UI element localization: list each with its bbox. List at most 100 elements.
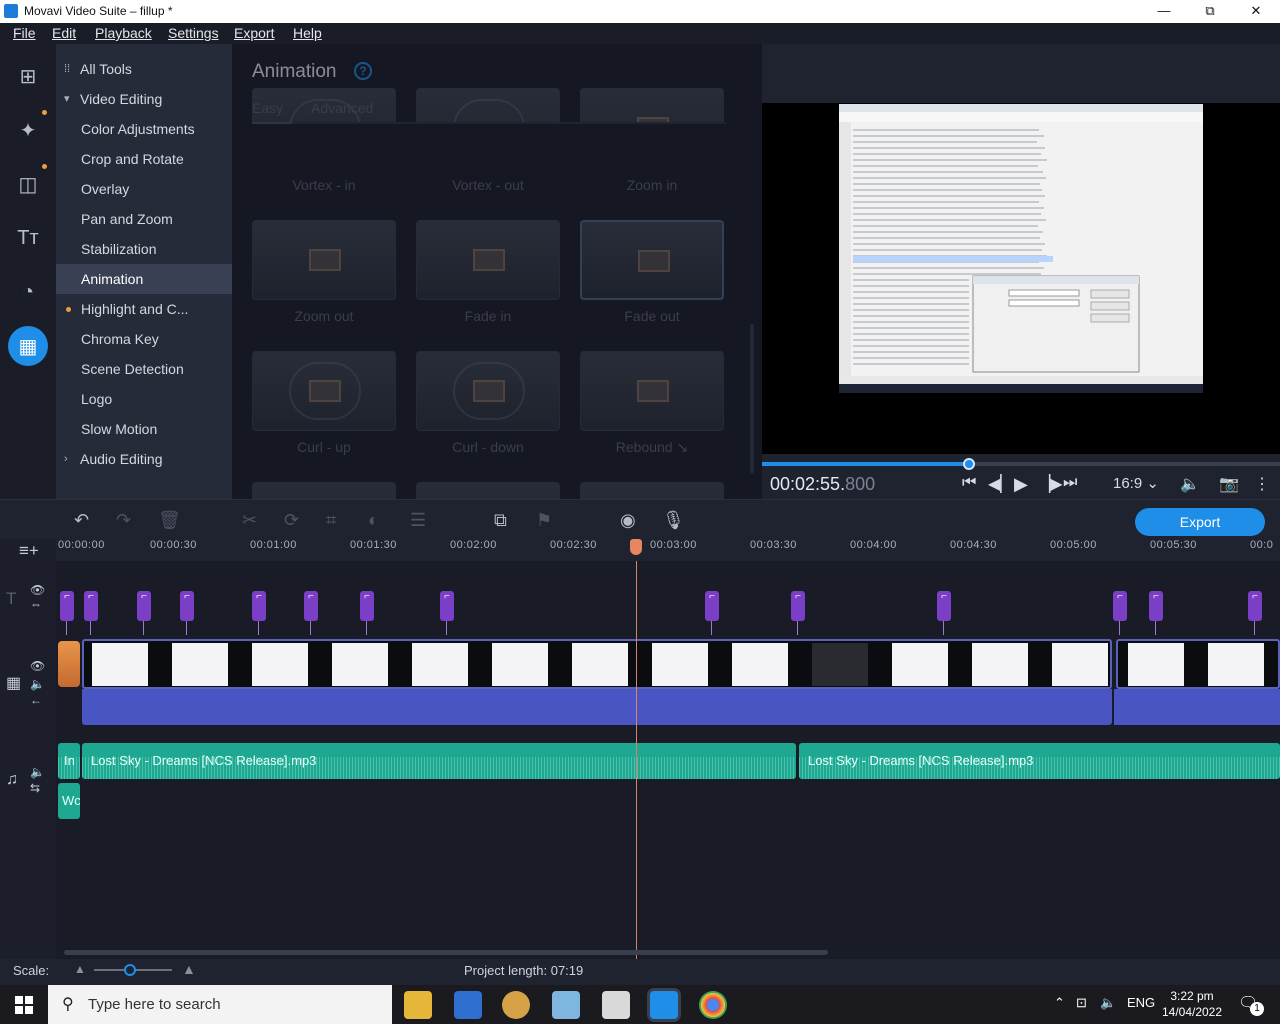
animation-thumb[interactable] — [416, 482, 560, 499]
tool-overlay[interactable]: Overlay — [56, 174, 232, 204]
maximize-button[interactable]: ⧉ — [1187, 0, 1233, 23]
redo-icon[interactable]: ↷ — [116, 510, 131, 531]
menu-edit[interactable]: Edit — [52, 25, 76, 41]
title-marker[interactable]: ⌐ — [937, 591, 951, 635]
title-marker[interactable]: ⌐ — [60, 591, 74, 635]
undo-icon[interactable]: ↶ — [74, 510, 89, 531]
animation-thumb-zoom-out[interactable] — [252, 220, 396, 300]
video-clip[interactable] — [82, 639, 1112, 689]
language-indicator[interactable]: ENG — [1127, 995, 1155, 1010]
panel-scrollbar[interactable] — [750, 324, 754, 474]
snapshot-icon[interactable]: 📷 — [1219, 474, 1239, 494]
network-icon[interactable]: ⊡ — [1076, 995, 1087, 1011]
tool-pan-and-zoom[interactable]: Pan and Zoom — [56, 204, 232, 234]
crop-icon[interactable]: ⌗ — [326, 510, 336, 531]
seek-handle[interactable] — [963, 458, 975, 470]
animation-thumb-curl-up[interactable] — [252, 351, 396, 431]
title-marker[interactable]: ⌐ — [137, 591, 151, 635]
menu-export[interactable]: Export — [234, 25, 274, 41]
tool-animation[interactable]: Animation — [56, 264, 232, 294]
audio-clip-small[interactable]: In — [58, 743, 80, 779]
animation-thumb-fade-in[interactable] — [416, 220, 560, 300]
video-audio-track[interactable] — [1114, 689, 1280, 725]
previous-frame-icon[interactable]: ◀▏ — [988, 474, 1013, 494]
title-marker[interactable]: ⌐ — [1248, 591, 1262, 635]
title-marker[interactable]: ⌐ — [304, 591, 318, 635]
volume-icon[interactable]: 🔈 — [1100, 995, 1116, 1011]
clip-properties-icon[interactable]: ☰ — [410, 510, 426, 531]
link-icon[interactable]: ⇔ — [30, 597, 42, 611]
magic-wand-icon[interactable]: ✦ — [8, 110, 48, 150]
skip-to-end-icon[interactable]: ⏭ — [1063, 474, 1077, 492]
animation-thumb[interactable] — [252, 482, 396, 499]
link-icon[interactable]: ⇆ — [30, 781, 40, 795]
stickers-icon[interactable]: ◔ — [8, 272, 48, 312]
title-marker[interactable]: ⌐ — [1113, 591, 1127, 635]
animation-thumb-fade-out[interactable] — [580, 220, 724, 300]
title-marker[interactable]: ⌐ — [705, 591, 719, 635]
video-clip[interactable] — [1116, 639, 1280, 689]
record-webcam-icon[interactable]: ◉ — [620, 510, 636, 531]
color-adjust-icon[interactable]: ◐ — [368, 510, 379, 531]
collapse-arrow-icon[interactable]: ← — [30, 693, 42, 707]
close-button[interactable]: ✕ — [1233, 0, 1279, 23]
playhead-handle[interactable] — [630, 539, 642, 555]
tool-stabilization[interactable]: Stabilization — [56, 234, 232, 264]
title-marker[interactable]: ⌐ — [180, 591, 194, 635]
clock[interactable]: 3:22 pm 14/04/2022 — [1160, 988, 1224, 1020]
timeline-ruler[interactable]: 00:00:00 00:00:30 00:01:00 00:01:30 00:0… — [56, 539, 1280, 561]
menu-file[interactable]: File — [13, 25, 36, 41]
insert-media-icon[interactable]: ⧉ — [494, 510, 507, 531]
more-options-icon[interactable]: ⋮ — [1254, 474, 1270, 494]
title-marker[interactable]: ⌐ — [252, 591, 266, 635]
mute-icon[interactable]: 🔈 — [30, 677, 45, 691]
tool-highlight[interactable]: Highlight and C... — [56, 294, 232, 324]
title-marker[interactable]: ⌐ — [440, 591, 454, 635]
zoom-in-icon[interactable]: ▲ — [182, 961, 196, 977]
delete-icon[interactable]: 🗑 — [158, 510, 181, 531]
intro-clip[interactable] — [58, 641, 80, 687]
mute-icon[interactable]: 🔈 — [30, 765, 45, 779]
show-hidden-icons-icon[interactable]: ⌃ — [1054, 995, 1065, 1011]
title-marker[interactable]: ⌐ — [360, 591, 374, 635]
export-button[interactable]: Export — [1135, 508, 1265, 536]
tab-easy-label[interactable]: Easy — [252, 100, 283, 116]
all-tools-item[interactable]: ⁞⁞ All Tools — [56, 54, 232, 84]
skip-to-start-icon[interactable]: ⏮ — [962, 474, 976, 492]
title-marker[interactable]: ⌐ — [84, 591, 98, 635]
music-clip[interactable]: Lost Sky - Dreams [NCS Release].mp3 — [82, 743, 796, 779]
zoom-out-icon[interactable]: ▲ — [74, 962, 86, 976]
titles-icon[interactable]: Tт — [8, 218, 48, 258]
visibility-eye-icon[interactable]: 👁 — [30, 583, 45, 597]
video-editing-group[interactable]: ▾ Video Editing — [56, 84, 232, 114]
video-audio-track[interactable] — [82, 689, 1112, 725]
play-icon[interactable]: ▶ — [1014, 474, 1028, 495]
animation-thumb-curl-down[interactable] — [416, 351, 560, 431]
menu-help[interactable]: Help — [293, 25, 322, 41]
audio-clip-small[interactable]: Wc — [58, 783, 80, 819]
scale-slider-handle[interactable] — [124, 964, 136, 976]
tool-chroma-key[interactable]: Chroma Key — [56, 324, 232, 354]
volume-icon[interactable]: 🔈 — [1180, 474, 1200, 494]
minimize-button[interactable]: — — [1141, 0, 1187, 23]
timeline-horizontal-scrollbar[interactable] — [64, 950, 828, 955]
menu-settings[interactable]: Settings — [168, 25, 219, 41]
visibility-eye-icon[interactable]: 👁 — [30, 659, 45, 673]
tool-color-adjustments[interactable]: Color Adjustments — [56, 114, 232, 144]
cut-icon[interactable]: ✂ — [242, 510, 257, 531]
animation-thumb-rebound[interactable] — [580, 351, 724, 431]
preview-screen[interactable] — [762, 103, 1280, 454]
help-icon[interactable]: ? — [354, 62, 372, 80]
more-tools-icon[interactable]: ▦ — [8, 326, 48, 366]
microphone-icon[interactable]: 🎙 — [662, 510, 685, 531]
audio-editing-group[interactable]: › Audio Editing — [56, 444, 232, 474]
title-marker[interactable]: ⌐ — [1149, 591, 1163, 635]
add-track-icon[interactable]: ≡+ — [19, 541, 39, 561]
aspect-ratio-select[interactable]: 16:9 ⌄ — [1113, 474, 1159, 492]
import-icon[interactable]: ⊞ — [8, 56, 48, 96]
title-marker[interactable]: ⌐ — [791, 591, 805, 635]
tool-slow-motion[interactable]: Slow Motion — [56, 414, 232, 444]
menu-playback[interactable]: Playback — [95, 25, 152, 41]
music-clip[interactable]: Lost Sky - Dreams [NCS Release].mp3 — [799, 743, 1280, 779]
tool-logo[interactable]: Logo — [56, 384, 232, 414]
